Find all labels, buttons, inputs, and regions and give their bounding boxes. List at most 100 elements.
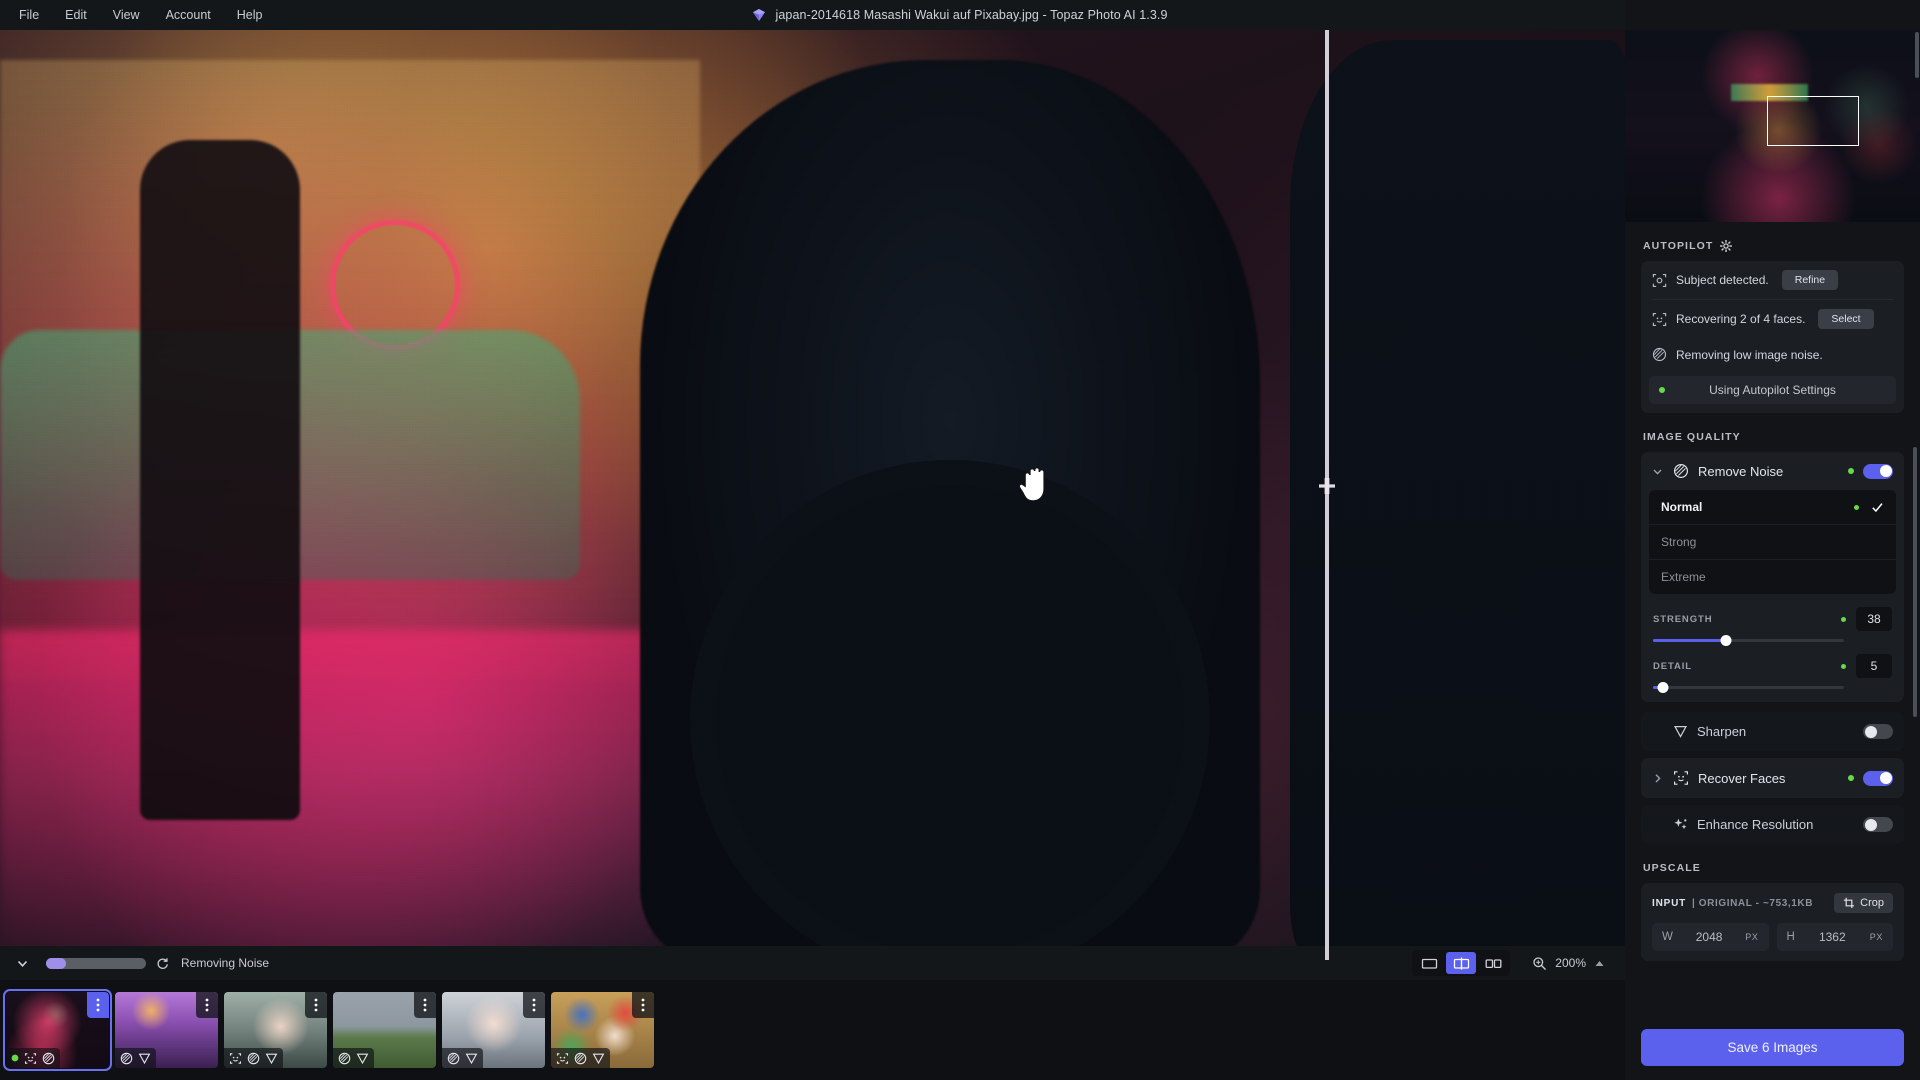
thumbnail-girl-in-hat[interactable] <box>224 992 327 1068</box>
width-unit: PX <box>1745 932 1759 942</box>
refine-button[interactable]: Refine <box>1781 270 1839 290</box>
autopilot-row-noise: Removing low image noise. <box>1641 338 1904 371</box>
thumbnail-badges <box>551 1048 610 1068</box>
menu-bar: File Edit View Account Help <box>6 3 275 27</box>
sharpen-toggle[interactable] <box>1863 724 1893 739</box>
detail-label: DETAIL <box>1653 660 1692 672</box>
check-icon <box>1871 501 1884 514</box>
upscale-input-card: INPUT | ORIGINAL - ~753,1KB Crop W 2048 … <box>1641 883 1904 961</box>
magnifier-icon[interactable] <box>1532 956 1547 971</box>
face-icon <box>556 1052 569 1065</box>
option-normal[interactable]: Normal <box>1649 490 1896 524</box>
right-panel-scrollbar[interactable] <box>1913 447 1917 717</box>
menu-item-edit[interactable]: Edit <box>52 3 100 27</box>
navigator-scrollbar[interactable] <box>1915 32 1919 78</box>
thumbnail-menu-icon[interactable] <box>632 992 654 1018</box>
sharpen-icon <box>465 1052 478 1065</box>
processing-progress-bar <box>46 957 146 969</box>
detail-slider-track[interactable] <box>1653 682 1844 693</box>
option-extreme[interactable]: Extreme <box>1649 559 1896 594</box>
autopilot-section-header: AUTOPILOT <box>1643 240 1904 252</box>
remove-noise-model-options: Normal Strong Extreme <box>1649 490 1896 594</box>
split-view-divider[interactable] <box>1325 30 1329 960</box>
side-by-side-view-button[interactable] <box>1478 952 1508 974</box>
thumbnail-menu-icon[interactable] <box>87 992 109 1018</box>
menu-item-view[interactable]: View <box>100 3 153 27</box>
app-root: File Edit View Account Help japan-201461… <box>0 0 1920 1080</box>
autopilot-faces-text: Recovering 2 of 4 faces. <box>1676 312 1806 326</box>
menu-item-file[interactable]: File <box>6 3 52 27</box>
thumbnail-badges <box>333 1048 374 1068</box>
detail-value-input[interactable]: 5 <box>1856 654 1892 678</box>
crop-button[interactable]: Crop <box>1834 893 1893 913</box>
recover-faces-toggle[interactable] <box>1863 770 1893 786</box>
thumbnail-menu-icon[interactable] <box>196 992 218 1018</box>
detail-slider-block: DETAIL 5 <box>1641 647 1904 694</box>
strength-slider-track[interactable] <box>1653 635 1844 646</box>
view-mode-group <box>1412 950 1511 976</box>
option-strong[interactable]: Strong <box>1649 524 1896 559</box>
single-view-button[interactable] <box>1414 952 1444 974</box>
width-axis-label: W <box>1662 931 1673 943</box>
status-dot-icon <box>11 1054 19 1062</box>
autopilot-card: Subject detected. Refine Recovering 2 of… <box>1641 261 1904 413</box>
sharpen-icon <box>138 1052 151 1065</box>
sharpen-label: Sharpen <box>1697 724 1747 739</box>
option-normal-label: Normal <box>1661 500 1703 514</box>
chevron-right-icon[interactable] <box>1652 773 1664 784</box>
navigator-preview[interactable] <box>1625 30 1920 222</box>
zoom-level-value[interactable]: 200% <box>1555 956 1586 970</box>
width-field[interactable]: W 2048 PX <box>1652 923 1769 951</box>
select-button[interactable]: Select <box>1818 309 1874 329</box>
remove-noise-card: Remove Noise Normal Strong Extreme STREN… <box>1641 452 1904 702</box>
strength-value-input[interactable]: 38 <box>1856 607 1892 631</box>
recover-faces-label: Recover Faces <box>1698 770 1786 786</box>
using-autopilot-settings-button[interactable]: Using Autopilot Settings <box>1649 376 1896 404</box>
detail-slider-header: DETAIL 5 <box>1653 654 1892 678</box>
enhance-resolution-icon <box>1673 817 1688 832</box>
using-autopilot-settings-label: Using Autopilot Settings <box>1709 383 1836 397</box>
enhance-resolution-toggle[interactable] <box>1863 817 1893 832</box>
thumbnail-baby-in-ball-pit[interactable] <box>551 992 654 1068</box>
menu-item-help[interactable]: Help <box>224 3 276 27</box>
crop-icon <box>1843 897 1855 909</box>
thumbnail-menu-icon[interactable] <box>523 992 545 1018</box>
thumbnail-toddler-portrait[interactable] <box>442 992 545 1068</box>
width-value: 2048 <box>1695 930 1723 944</box>
right-panel-footer: Save 6 Images <box>1625 1019 1920 1080</box>
chevron-down-icon[interactable] <box>10 952 34 974</box>
denoise-icon <box>120 1052 133 1065</box>
upscale-input-label: INPUT <box>1652 897 1686 909</box>
height-value: 1362 <box>1818 930 1846 944</box>
autopilot-subject-text: Subject detected. <box>1676 273 1769 287</box>
thumbnail-purple-bridge-sunset[interactable] <box>115 992 218 1068</box>
image-canvas[interactable] <box>0 30 1625 960</box>
remove-noise-header[interactable]: Remove Noise <box>1641 452 1904 490</box>
split-view-button[interactable] <box>1446 952 1477 974</box>
chevron-down-icon[interactable] <box>1652 466 1664 477</box>
sharpen-row[interactable]: Sharpen <box>1641 712 1904 751</box>
thumbnail-menu-icon[interactable] <box>305 992 327 1018</box>
option-extreme-label: Extreme <box>1661 570 1706 584</box>
navigator-viewport-rect[interactable] <box>1767 96 1859 146</box>
gear-icon[interactable] <box>1720 240 1733 252</box>
zoom-controls: 200% <box>1532 956 1605 971</box>
thumbnail-windmill-landscape[interactable] <box>333 992 436 1068</box>
thumbnail-menu-icon[interactable] <box>414 992 436 1018</box>
recover-faces-icon <box>1673 770 1689 786</box>
enhance-resolution-row[interactable]: Enhance Resolution <box>1641 805 1904 844</box>
thumbnail-badges <box>442 1048 483 1068</box>
face-icon <box>24 1052 37 1065</box>
save-images-button[interactable]: Save 6 Images <box>1641 1029 1904 1066</box>
height-field[interactable]: H 1362 PX <box>1776 923 1893 951</box>
caret-up-icon[interactable] <box>1594 958 1605 969</box>
upscale-input-meta: | ORIGINAL - ~753,1KB <box>1692 897 1814 909</box>
strength-slider-header: STRENGTH 38 <box>1653 607 1892 631</box>
recover-faces-row[interactable]: Recover Faces <box>1641 758 1904 798</box>
menu-item-account[interactable]: Account <box>153 3 224 27</box>
subject-detect-icon <box>1652 273 1667 288</box>
remove-noise-toggle[interactable] <box>1863 463 1893 479</box>
sharpen-icon <box>356 1052 369 1065</box>
thumbnail-japan-neon-street[interactable] <box>3 989 112 1071</box>
status-bar: Removing Noise 200% <box>0 946 1625 980</box>
